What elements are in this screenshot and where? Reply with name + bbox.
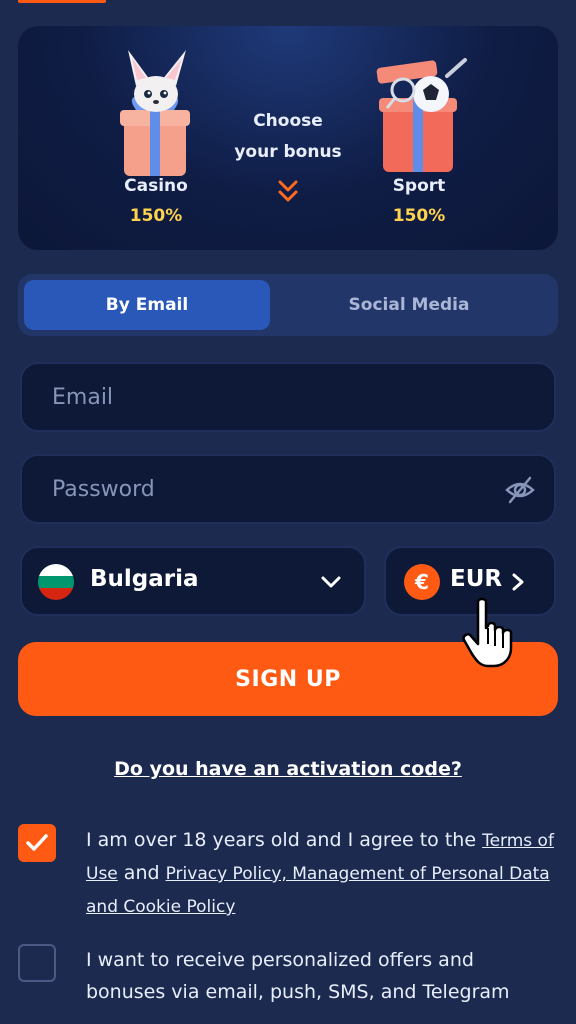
bonus-selector-card: Casino 150% Choose your bonus Sport 150% (18, 26, 558, 250)
email-field[interactable] (52, 364, 492, 430)
registration-method-tabs: By Email Social Media (18, 274, 558, 336)
bulgaria-flag-icon (38, 564, 74, 600)
password-field[interactable] (52, 456, 492, 522)
casino-percent: 150% (129, 206, 183, 226)
offers-checkbox[interactable] (18, 944, 56, 982)
terms-text: I am over 18 years old and I agree to th… (86, 824, 556, 923)
tab-by-email[interactable]: By Email (24, 280, 270, 330)
casino-bonus-option[interactable]: Casino 150% (66, 26, 246, 250)
country-value: Bulgaria (90, 566, 199, 592)
terms-text-before: I am over 18 years old and I agree to th… (86, 829, 483, 851)
eye-off-icon[interactable] (504, 474, 536, 506)
terms-text-and: and (117, 862, 166, 884)
country-select[interactable]: Bulgaria (20, 546, 366, 616)
euro-icon: € (404, 564, 440, 600)
email-field-container (20, 362, 556, 432)
password-field-container (20, 454, 556, 524)
sport-bonus-option[interactable]: Sport 150% (329, 26, 509, 250)
chevron-right-icon (512, 573, 524, 591)
casino-label: Casino (124, 176, 188, 196)
tab-social-media[interactable]: Social Media (286, 280, 532, 330)
sport-percent: 150% (392, 206, 446, 226)
currency-value: EUR (450, 566, 503, 592)
chevron-down-icon (321, 576, 341, 588)
gift-ball-icon (376, 58, 467, 172)
sport-label: Sport (392, 176, 446, 196)
gift-fox-icon (120, 50, 190, 176)
check-icon (26, 834, 48, 851)
top-accent-bar (18, 0, 106, 3)
offers-text: I want to receive personalized offers an… (86, 949, 510, 1003)
terms-checkbox[interactable] (18, 824, 56, 862)
hand-cursor-icon (462, 597, 513, 668)
double-chevron-down-icon (278, 180, 298, 202)
activation-code-link[interactable]: Do you have an activation code? (0, 758, 576, 780)
